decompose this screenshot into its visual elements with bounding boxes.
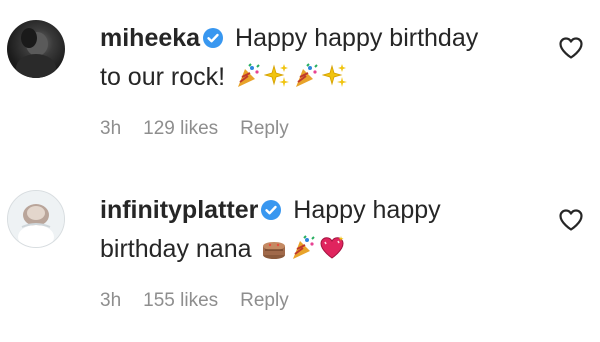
like-heart-icon[interactable] bbox=[558, 208, 584, 232]
comment-body-line-2: birthday nana bbox=[100, 235, 252, 263]
avatar[interactable] bbox=[7, 20, 65, 78]
cake-icon bbox=[261, 235, 287, 261]
comment-body-line-1: Happy happy bbox=[293, 196, 441, 224]
comment-item: miheeka Happy happy birthday to our rock… bbox=[0, 0, 600, 160]
sparkles-icon bbox=[321, 63, 348, 89]
sparkling-heart-icon bbox=[319, 235, 345, 261]
comment-likes-count[interactable]: 129 likes bbox=[143, 118, 218, 140]
comment-username[interactable]: miheeka bbox=[100, 24, 200, 52]
comment-body-line-2: to our rock! bbox=[100, 63, 226, 91]
reply-button[interactable]: Reply bbox=[240, 290, 289, 312]
avatar-photo bbox=[16, 28, 56, 78]
comment-timestamp[interactable]: 3h bbox=[100, 290, 121, 312]
avatar-photo bbox=[8, 191, 64, 247]
party-popper-icon bbox=[293, 63, 319, 89]
reply-button[interactable]: Reply bbox=[240, 118, 289, 140]
comment-timestamp[interactable]: 3h bbox=[100, 118, 121, 140]
comment-text: infinityplatter Happy happy birthday nan… bbox=[100, 192, 520, 267]
comment-body-line-1: Happy happy birthday bbox=[235, 24, 479, 52]
like-heart-icon[interactable] bbox=[558, 36, 584, 60]
verified-badge-icon bbox=[260, 195, 282, 231]
comment-likes-count[interactable]: 155 likes bbox=[143, 290, 218, 312]
verified-badge-icon bbox=[202, 23, 224, 59]
comment-text: miheeka Happy happy birthday to our rock… bbox=[100, 20, 520, 95]
comment-meta: 3h 129 likes Reply bbox=[100, 118, 289, 140]
comment-username[interactable]: infinityplatter bbox=[100, 196, 258, 224]
comment-meta: 3h 155 likes Reply bbox=[100, 290, 289, 312]
party-popper-icon bbox=[290, 235, 316, 261]
comment-item: infinityplatter Happy happy birthday nan… bbox=[0, 172, 600, 342]
sparkles-icon bbox=[263, 63, 290, 89]
avatar[interactable] bbox=[7, 190, 65, 248]
party-popper-icon bbox=[235, 63, 261, 89]
